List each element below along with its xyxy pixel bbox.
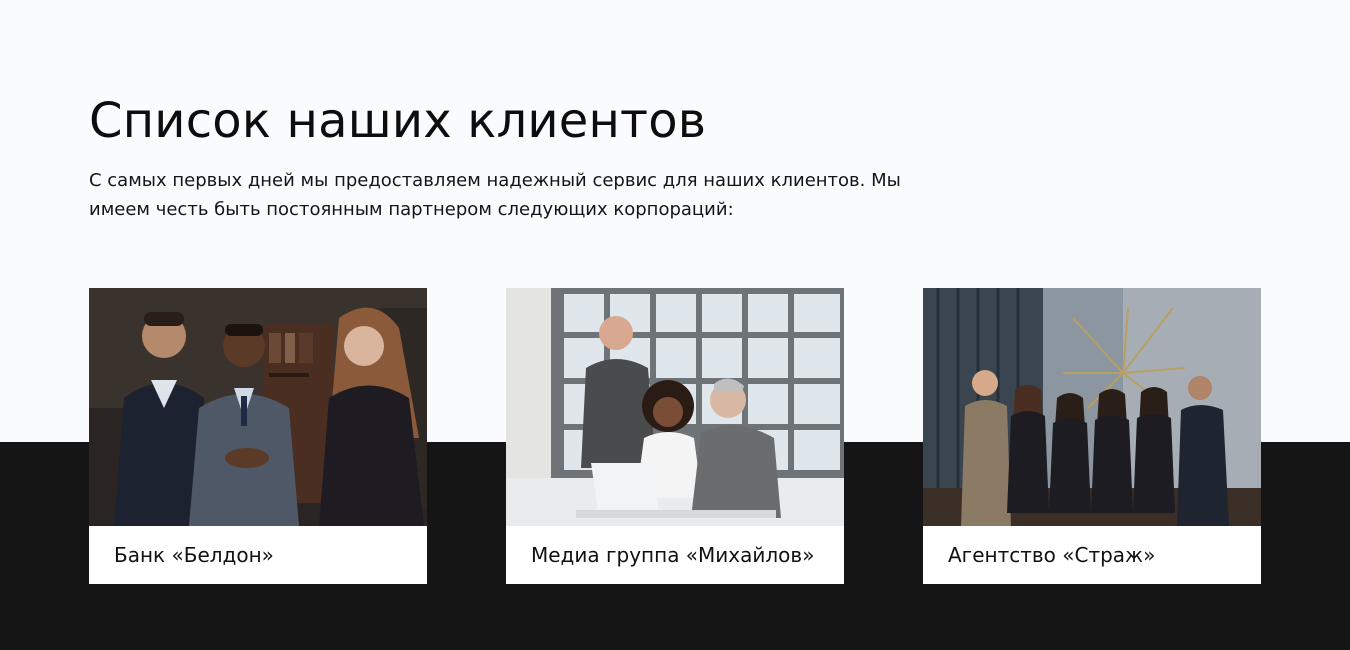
- client-card-media-group[interactable]: Медиа группа «Михайлов»: [506, 288, 844, 584]
- client-name-bank: Банк «Белдон»: [114, 543, 274, 567]
- client-photo-media-group: [506, 288, 844, 526]
- client-card-bank[interactable]: Банк «Белдон»: [89, 288, 427, 584]
- client-name-media-group: Медиа группа «Михайлов»: [531, 543, 815, 567]
- section-title: Список наших клиентов: [89, 93, 707, 149]
- section-description: С самых первых дней мы предоставляем над…: [89, 170, 901, 220]
- client-name-agency: Агентство «Страж»: [948, 543, 1156, 567]
- client-photo-bank: [89, 288, 427, 526]
- client-photo-agency: [923, 288, 1261, 526]
- client-card-agency[interactable]: Агентство «Страж»: [923, 288, 1261, 584]
